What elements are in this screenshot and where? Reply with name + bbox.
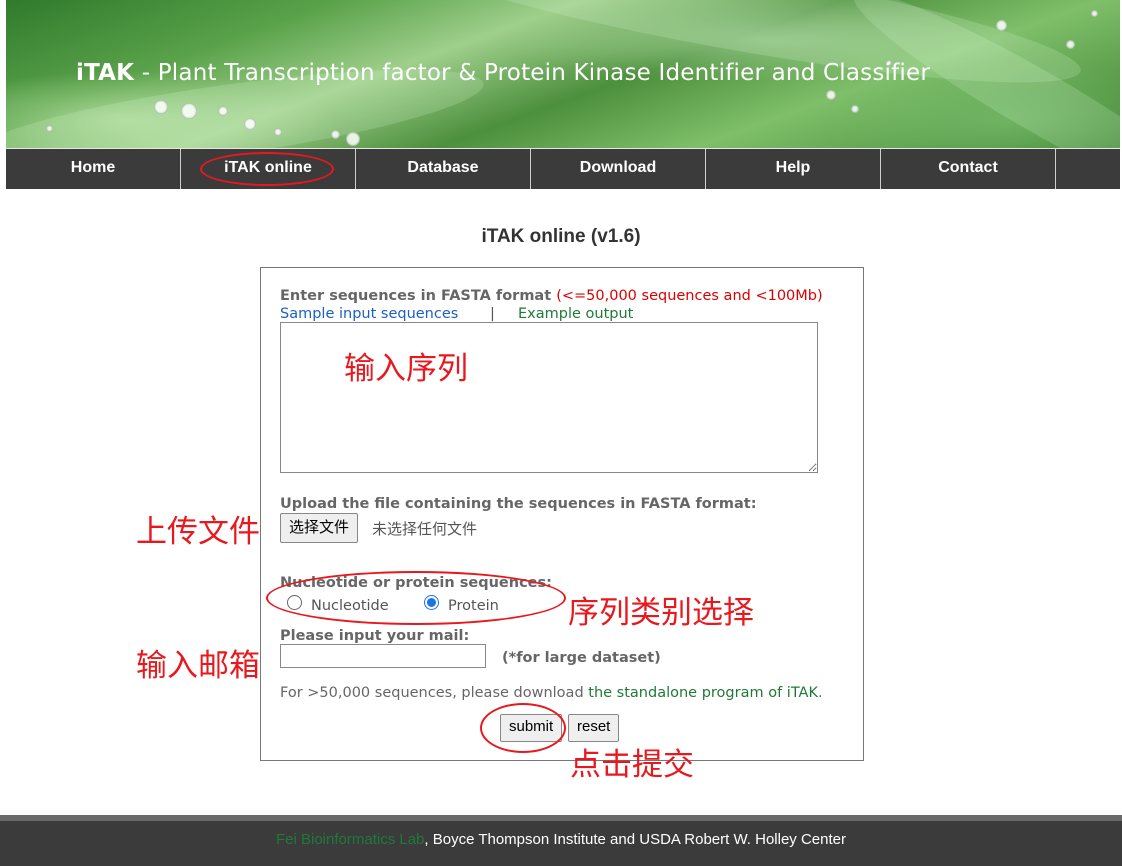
mail-label: Please input your mail: [280, 628, 470, 644]
mail-note: (*for large dataset) [502, 650, 661, 666]
submit-ring [480, 703, 566, 753]
large-dataset-note-text: For >50,000 sequences, please download [280, 685, 589, 701]
footer-lab-link[interactable]: Fei Bioinformatics Lab [276, 831, 424, 848]
annotation-upload-file: 上传文件 [136, 514, 260, 550]
annotation-input-sequence: 输入序列 [344, 351, 468, 387]
annotation-click-submit: 点击提交 [570, 747, 694, 783]
reset-button[interactable]: reset [568, 714, 620, 742]
nav-contact[interactable]: Contact [881, 149, 1056, 189]
nav-help[interactable]: Help [706, 149, 881, 189]
file-status: 未选择任何文件 [372, 520, 478, 538]
site-subtitle: - Plant Transcription factor & Protein K… [134, 60, 931, 86]
header-banner: iTAK - Plant Transcription factor & Prot… [6, 0, 1120, 148]
link-separator: | [490, 306, 495, 322]
sequence-label-text: Enter sequences in FASTA format [280, 288, 552, 304]
nav-highlight-ring [200, 152, 334, 186]
nav-home[interactable]: Home [6, 149, 181, 189]
example-output-link[interactable]: Example output [518, 306, 633, 322]
standalone-program-link[interactable]: the standalone program of iTAK [588, 685, 818, 701]
large-dataset-note: For >50,000 sequences, please download t… [280, 685, 823, 701]
sequence-limit: (<=50,000 sequences and <100Mb) [556, 288, 823, 304]
sample-input-link[interactable]: Sample input sequences [280, 306, 458, 322]
email-field[interactable] [280, 644, 486, 668]
sequence-type-ring [266, 571, 566, 625]
sequence-label: Enter sequences in FASTA format (<=50,00… [280, 288, 823, 304]
footer-text: , Boyce Thompson Institute and USDA Robe… [424, 831, 846, 848]
large-dataset-note-end: . [817, 685, 823, 701]
itak-form: Enter sequences in FASTA format (<=50,00… [260, 267, 864, 761]
site-brand: iTAK [76, 60, 135, 86]
main-nav: Home iTAK online Database Download Help … [6, 148, 1120, 189]
annotation-input-email: 输入邮箱 [136, 648, 260, 684]
nav-database[interactable]: Database [356, 149, 531, 189]
choose-file-button[interactable]: 选择文件 [280, 513, 359, 543]
footer: Fei Bioinformatics Lab, Boyce Thompson I… [0, 821, 1122, 866]
annotation-sequence-type: 序列类别选择 [568, 595, 754, 631]
site-title: iTAK - Plant Transcription factor & Prot… [76, 60, 930, 86]
upload-label: Upload the file containing the sequences… [280, 496, 757, 512]
page-title: iTAK online (v1.6) [481, 226, 641, 247]
nav-download[interactable]: Download [531, 149, 706, 189]
